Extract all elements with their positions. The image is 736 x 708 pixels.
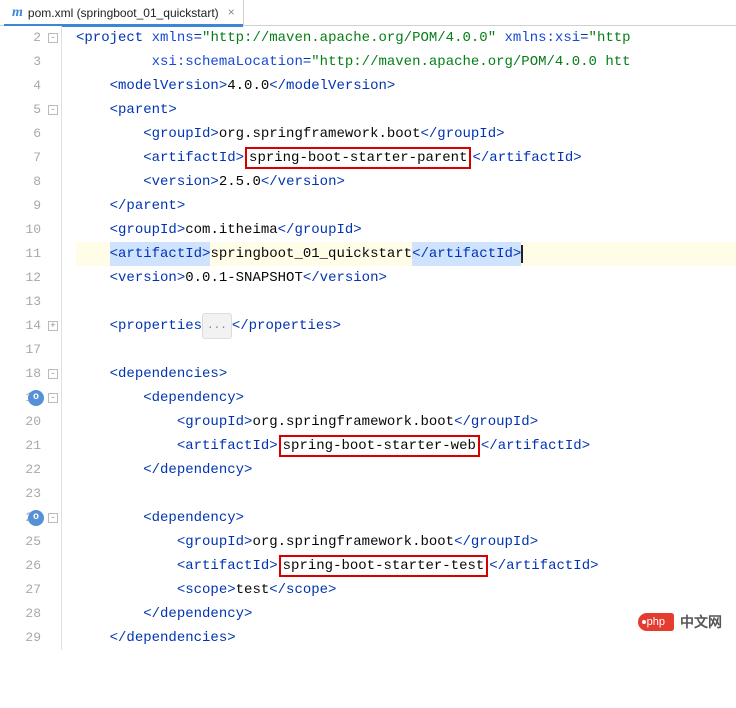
fold-icon[interactable] xyxy=(48,513,58,523)
watermark: php 中文网 xyxy=(638,612,722,632)
line-number: 23 xyxy=(0,482,61,506)
line-number: 28 xyxy=(0,602,61,626)
close-icon[interactable]: × xyxy=(228,6,235,20)
code-line: <project xmlns="http://maven.apache.org/… xyxy=(76,26,736,50)
code-line: <artifactId>spring-boot-starter-test</ar… xyxy=(76,554,736,578)
fold-icon[interactable] xyxy=(48,321,58,331)
watermark-badge: php xyxy=(638,613,674,631)
line-number: 22 xyxy=(0,458,61,482)
code-line xyxy=(76,482,736,506)
highlight-box: spring-boot-starter-parent xyxy=(245,147,471,169)
line-number: 3 xyxy=(0,50,61,74)
line-number: 8 xyxy=(0,170,61,194)
code-line: <properties...</properties> xyxy=(76,314,736,338)
code-line: <artifactId>spring-boot-starter-web</art… xyxy=(76,434,736,458)
line-number: 29 xyxy=(0,626,61,650)
line-number: 14 xyxy=(0,314,61,338)
line-number: 21 xyxy=(0,434,61,458)
maven-icon: m xyxy=(12,5,23,21)
editor-tab-bar: m pom.xml (springboot_01_quickstart) × xyxy=(0,0,736,26)
highlight-box: spring-boot-starter-test xyxy=(279,555,489,577)
gutter: 2 3 4 5 6 7 8 9 10 11 12 13 14 17 18 19 … xyxy=(0,26,62,650)
line-number: 4 xyxy=(0,74,61,98)
code-line: <groupId>com.itheima</groupId> xyxy=(76,218,736,242)
fold-icon[interactable] xyxy=(48,105,58,115)
tab-label: pom.xml (springboot_01_quickstart) xyxy=(28,6,219,20)
line-number: 20 xyxy=(0,410,61,434)
line-number: 10 xyxy=(0,218,61,242)
code-line: <artifactId>spring-boot-starter-parent</… xyxy=(76,146,736,170)
code-content[interactable]: <project xmlns="http://maven.apache.org/… xyxy=(62,26,736,650)
fold-icon[interactable] xyxy=(48,369,58,379)
override-icon[interactable] xyxy=(28,390,44,406)
folded-marker[interactable]: ... xyxy=(202,313,232,339)
highlight-box: spring-boot-starter-web xyxy=(279,435,480,457)
code-line: -------- xsi:schemaLocation="http://mave… xyxy=(76,50,736,74)
code-line: <parent> xyxy=(76,98,736,122)
code-line: <dependencies> xyxy=(76,362,736,386)
line-number: 24 xyxy=(0,506,61,530)
code-line xyxy=(76,290,736,314)
line-number: 27 xyxy=(0,578,61,602)
line-number: 9 xyxy=(0,194,61,218)
line-number: 13 xyxy=(0,290,61,314)
line-number: 17 xyxy=(0,338,61,362)
line-number: 5 xyxy=(0,98,61,122)
code-line: </dependency> xyxy=(76,458,736,482)
code-line: <dependency> xyxy=(76,386,736,410)
line-number: 18 xyxy=(0,362,61,386)
code-line-current: <artifactId>springboot_01_quickstart</ar… xyxy=(76,242,736,266)
line-number: 6 xyxy=(0,122,61,146)
fold-icon[interactable] xyxy=(48,33,58,43)
code-line: <version>0.0.1-SNAPSHOT</version> xyxy=(76,266,736,290)
watermark-text: 中文网 xyxy=(680,612,722,632)
line-number: 2 xyxy=(0,26,61,50)
code-line: <groupId>org.springframework.boot</group… xyxy=(76,122,736,146)
code-line: <groupId>org.springframework.boot</group… xyxy=(76,410,736,434)
code-line: <version>2.5.0</version> xyxy=(76,170,736,194)
line-number: 12 xyxy=(0,266,61,290)
line-number: 26 xyxy=(0,554,61,578)
code-line: </parent> xyxy=(76,194,736,218)
caret xyxy=(521,245,523,263)
code-line: <modelVersion>4.0.0</modelVersion> xyxy=(76,74,736,98)
fold-icon[interactable] xyxy=(48,393,58,403)
line-number: 25 xyxy=(0,530,61,554)
line-number: 7 xyxy=(0,146,61,170)
code-line xyxy=(76,338,736,362)
code-editor[interactable]: 2 3 4 5 6 7 8 9 10 11 12 13 14 17 18 19 … xyxy=(0,26,736,650)
file-tab[interactable]: m pom.xml (springboot_01_quickstart) × xyxy=(4,0,244,26)
line-number: 19 xyxy=(0,386,61,410)
code-line: <scope>test</scope> xyxy=(76,578,736,602)
override-icon[interactable] xyxy=(28,510,44,526)
line-number: 11 xyxy=(0,242,61,266)
code-line: <groupId>org.springframework.boot</group… xyxy=(76,530,736,554)
code-line: <dependency> xyxy=(76,506,736,530)
